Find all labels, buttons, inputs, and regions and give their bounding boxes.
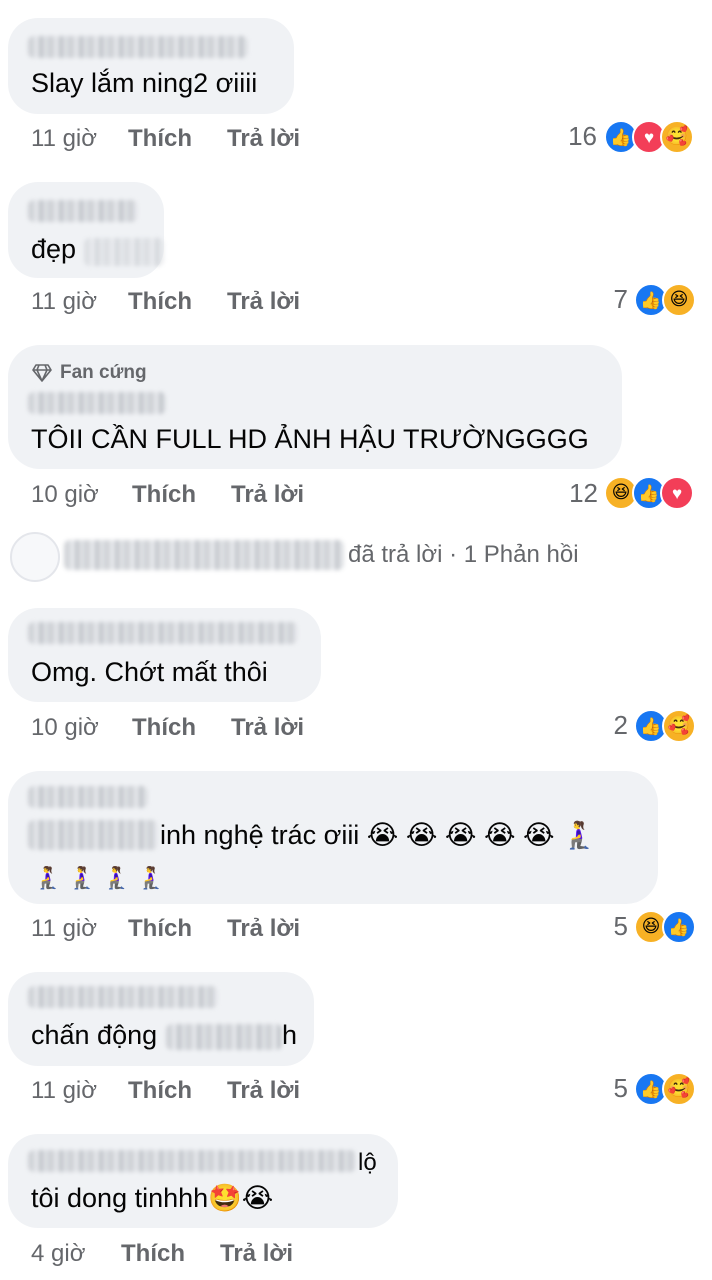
comment-time[interactable]: 11 giờ xyxy=(31,915,97,943)
comment-text-line2: 🧎‍♀️ 🧎‍♀️ 🧎‍♀️ 🧎‍♀️ xyxy=(34,866,165,891)
author-name-blurred[interactable] xyxy=(28,1150,356,1172)
comment-text-blurred xyxy=(166,1024,282,1050)
comment-text-blurred xyxy=(28,820,158,850)
badge-label: Fan cứng xyxy=(60,362,147,383)
reply-button[interactable]: Trả lời xyxy=(231,481,304,509)
reply-count-link[interactable]: · 1 Phản hồi xyxy=(449,541,578,568)
reaction-icons[interactable]: 😆 👍 ♥ xyxy=(604,476,694,510)
author-name-blurred[interactable] xyxy=(28,622,298,644)
reaction-count[interactable]: 7 xyxy=(590,284,628,315)
comment-text: TÔII CẦN FULL HD ẢNH HẬU TRƯỜNGGGG xyxy=(31,424,589,454)
author-name-blurred[interactable] xyxy=(28,200,138,222)
author-name-blurred[interactable] xyxy=(28,986,218,1008)
reaction-count[interactable]: 5 xyxy=(596,911,628,942)
reaction-count[interactable]: 16 xyxy=(545,121,597,152)
diamond-icon xyxy=(32,364,52,382)
comment-text: Omg. Chớt mất thôi xyxy=(31,657,268,687)
hugging-face-icon: 🥰 xyxy=(662,709,696,743)
author-name-blurred[interactable] xyxy=(28,392,166,414)
author-name-blurred[interactable] xyxy=(28,786,148,808)
comment-text-tail: h xyxy=(282,1020,298,1050)
like-button[interactable]: Thích xyxy=(128,288,192,316)
comment-text: Slay lắm ning2 ơiiii xyxy=(31,68,258,98)
hugging-face-icon: 🥰 xyxy=(660,120,694,154)
like-button[interactable]: Thích xyxy=(128,125,192,153)
like-button[interactable]: Thích xyxy=(121,1240,185,1268)
comment-text: đẹp xyxy=(31,234,77,264)
hugging-face-icon: 🥰 xyxy=(662,1072,696,1106)
reaction-count[interactable]: 2 xyxy=(596,710,628,741)
reply-button[interactable]: Trả lời xyxy=(231,714,304,742)
like-button[interactable]: Thích xyxy=(128,1077,192,1105)
like-button[interactable]: Thích xyxy=(132,481,196,509)
reply-button[interactable]: Trả lời xyxy=(227,125,300,153)
reply-button[interactable]: Trả lời xyxy=(220,1240,293,1268)
comment-time[interactable]: 10 giờ xyxy=(31,714,99,742)
like-button[interactable]: Thích xyxy=(132,714,196,742)
fan-badge: Fan cứng xyxy=(32,362,147,384)
reaction-icons[interactable]: 👍 🥰 xyxy=(634,1072,696,1106)
laughing-face-icon: 😆 xyxy=(662,283,696,317)
comment-time[interactable]: 4 giờ xyxy=(31,1240,85,1268)
reply-button[interactable]: Trả lời xyxy=(227,1077,300,1105)
author-name-blurred[interactable] xyxy=(28,36,248,58)
avatar[interactable] xyxy=(10,532,60,582)
replied-text: đã trả lời xyxy=(348,541,443,568)
reaction-count[interactable]: 12 xyxy=(556,478,598,509)
reply-button[interactable]: Trả lời xyxy=(227,288,300,316)
comment-time[interactable]: 11 giờ xyxy=(31,125,97,153)
comment-text: chấn động xyxy=(31,1020,158,1050)
author-name-tail: lộ xyxy=(358,1149,377,1176)
reaction-count[interactable]: 5 xyxy=(596,1073,628,1104)
reply-button[interactable]: Trả lời xyxy=(227,915,300,943)
reaction-icons[interactable]: 👍 🥰 xyxy=(634,709,696,743)
replier-names-blurred[interactable] xyxy=(64,540,344,570)
comment-text: tôi dong tinhhh🤩😭 xyxy=(31,1183,274,1213)
reaction-icons[interactable]: 👍 😆 xyxy=(634,283,696,317)
comment-text-blurred xyxy=(84,238,164,266)
comment-text: inh nghệ trác ơiii 😭 😭 😭 😭 😭 🧎‍♀️ xyxy=(160,820,596,850)
reaction-icons[interactable]: 😆 👍 xyxy=(634,910,696,944)
like-button[interactable]: Thích xyxy=(128,915,192,943)
thumbs-up-icon: 👍 xyxy=(662,910,696,944)
replied-indicator[interactable]: đã trả lời · 1 Phản hồi xyxy=(348,541,579,569)
heart-icon: ♥ xyxy=(660,476,694,510)
comment-time[interactable]: 10 giờ xyxy=(31,481,99,509)
comment-time[interactable]: 11 giờ xyxy=(31,288,97,316)
reaction-icons[interactable]: 👍 ♥ 🥰 xyxy=(604,120,694,154)
comment-time[interactable]: 11 giờ xyxy=(31,1077,97,1105)
